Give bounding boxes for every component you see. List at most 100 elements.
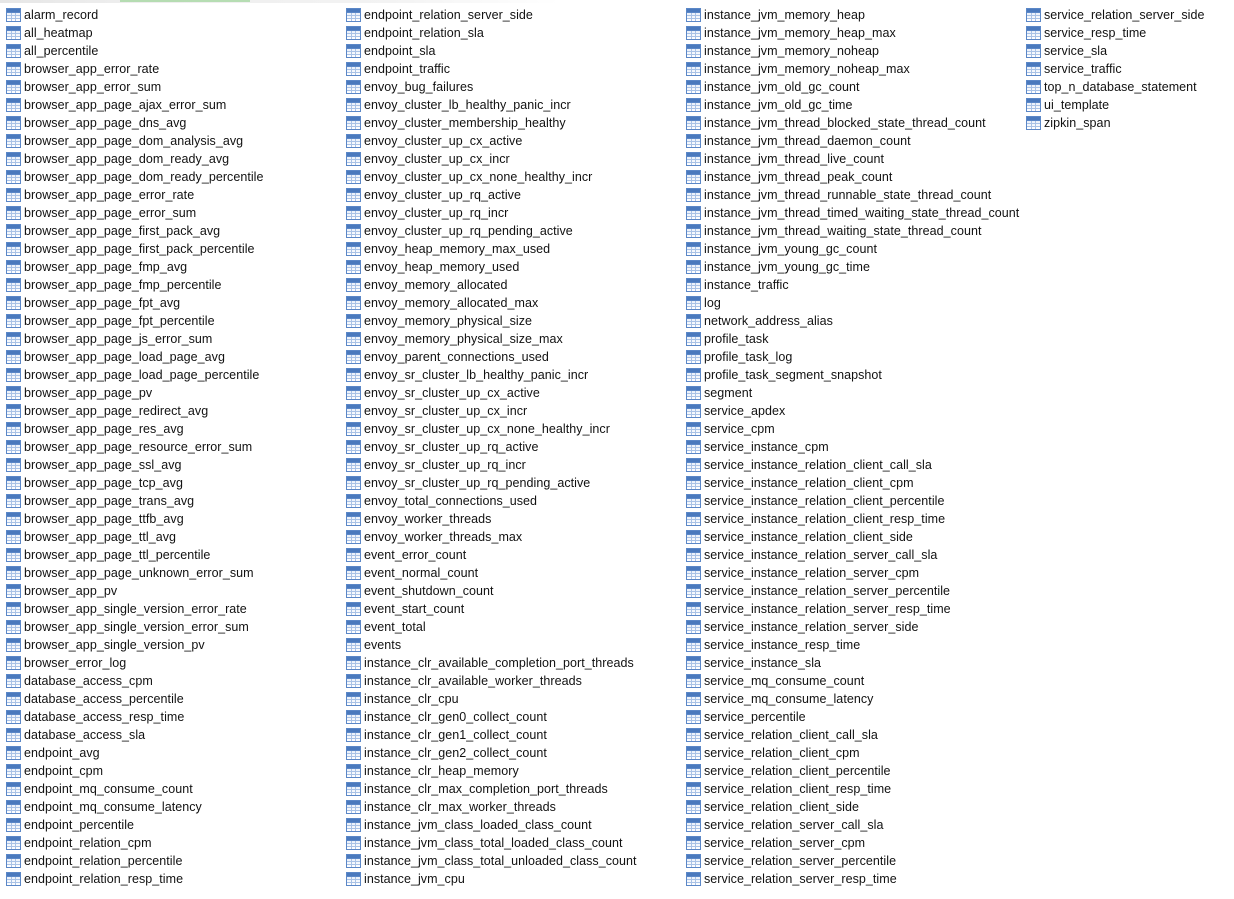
table-item[interactable]: database_access_sla (6, 726, 341, 744)
table-item[interactable]: endpoint_relation_server_side (346, 6, 681, 24)
table-item[interactable]: service_instance_relation_client_percent… (686, 492, 1021, 510)
table-item[interactable]: browser_app_page_fmp_percentile (6, 276, 341, 294)
table-item[interactable]: browser_app_page_first_pack_percentile (6, 240, 341, 258)
table-item[interactable]: browser_app_page_ttl_avg (6, 528, 341, 546)
table-item[interactable]: service_instance_sla (686, 654, 1021, 672)
table-item[interactable]: service_percentile (686, 708, 1021, 726)
table-item[interactable]: service_relation_client_percentile (686, 762, 1021, 780)
table-item[interactable]: envoy_total_connections_used (346, 492, 681, 510)
table-item[interactable]: browser_app_page_unknown_error_sum (6, 564, 341, 582)
table-item[interactable]: browser_app_page_dns_avg (6, 114, 341, 132)
table-item[interactable]: browser_app_page_dom_ready_percentile (6, 168, 341, 186)
table-item[interactable]: envoy_cluster_up_rq_active (346, 186, 681, 204)
table-item[interactable]: instance_jvm_young_gc_time (686, 258, 1021, 276)
table-item[interactable]: envoy_parent_connections_used (346, 348, 681, 366)
table-item[interactable]: envoy_sr_cluster_up_rq_incr (346, 456, 681, 474)
table-item[interactable]: envoy_worker_threads_max (346, 528, 681, 546)
table-item[interactable]: envoy_cluster_up_cx_incr (346, 150, 681, 168)
table-item[interactable]: endpoint_percentile (6, 816, 341, 834)
table-item[interactable]: ui_template (1026, 96, 1226, 114)
table-item[interactable]: service_instance_relation_server_percent… (686, 582, 1021, 600)
table-item[interactable]: browser_app_page_ssl_avg (6, 456, 341, 474)
table-item[interactable]: instance_jvm_memory_heap_max (686, 24, 1021, 42)
table-item[interactable]: instance_clr_available_worker_threads (346, 672, 681, 690)
table-item[interactable]: instance_jvm_thread_blocked_state_thread… (686, 114, 1021, 132)
table-item[interactable]: instance_jvm_class_total_unloaded_class_… (346, 852, 681, 870)
table-item[interactable]: browser_app_page_pv (6, 384, 341, 402)
table-item[interactable]: service_instance_relation_client_resp_ti… (686, 510, 1021, 528)
table-item[interactable]: envoy_cluster_up_cx_none_healthy_incr (346, 168, 681, 186)
table-item[interactable]: instance_jvm_old_gc_time (686, 96, 1021, 114)
table-item[interactable]: envoy_heap_memory_used (346, 258, 681, 276)
table-item[interactable]: event_error_count (346, 546, 681, 564)
table-item[interactable]: instance_clr_max_worker_threads (346, 798, 681, 816)
table-item[interactable]: envoy_sr_cluster_up_cx_none_healthy_incr (346, 420, 681, 438)
table-item[interactable]: service_instance_relation_server_side (686, 618, 1021, 636)
table-item[interactable]: browser_app_page_dom_ready_avg (6, 150, 341, 168)
table-item[interactable]: browser_app_page_resource_error_sum (6, 438, 341, 456)
table-item[interactable]: segment (686, 384, 1021, 402)
table-item[interactable]: endpoint_relation_percentile (6, 852, 341, 870)
table-item[interactable]: instance_clr_gen0_collect_count (346, 708, 681, 726)
table-item[interactable]: endpoint_avg (6, 744, 341, 762)
table-item[interactable]: service_mq_consume_latency (686, 690, 1021, 708)
table-item[interactable]: all_percentile (6, 42, 341, 60)
table-item[interactable]: endpoint_sla (346, 42, 681, 60)
table-item[interactable]: instance_jvm_class_total_loaded_class_co… (346, 834, 681, 852)
table-item[interactable]: event_normal_count (346, 564, 681, 582)
table-item[interactable]: service_sla (1026, 42, 1226, 60)
table-item[interactable]: service_relation_server_call_sla (686, 816, 1021, 834)
table-item[interactable]: browser_app_single_version_error_rate (6, 600, 341, 618)
table-item[interactable]: service_instance_relation_client_side (686, 528, 1021, 546)
table-item[interactable]: service_instance_relation_server_call_sl… (686, 546, 1021, 564)
table-item[interactable]: service_relation_client_resp_time (686, 780, 1021, 798)
table-item[interactable]: endpoint_mq_consume_count (6, 780, 341, 798)
table-item[interactable]: all_heatmap (6, 24, 341, 42)
table-item[interactable]: instance_jvm_young_gc_count (686, 240, 1021, 258)
table-item[interactable]: envoy_cluster_lb_healthy_panic_incr (346, 96, 681, 114)
table-item[interactable]: envoy_cluster_membership_healthy (346, 114, 681, 132)
table-item[interactable]: envoy_memory_allocated (346, 276, 681, 294)
table-item[interactable]: instance_clr_gen1_collect_count (346, 726, 681, 744)
table-item[interactable]: instance_jvm_thread_daemon_count (686, 132, 1021, 150)
table-item[interactable]: service_relation_server_cpm (686, 834, 1021, 852)
table-item[interactable]: profile_task_log (686, 348, 1021, 366)
table-item[interactable]: envoy_worker_threads (346, 510, 681, 528)
table-item[interactable]: browser_app_page_dom_analysis_avg (6, 132, 341, 150)
table-item[interactable]: top_n_database_statement (1026, 78, 1226, 96)
table-item[interactable]: browser_app_page_error_sum (6, 204, 341, 222)
table-item[interactable]: service_relation_server_percentile (686, 852, 1021, 870)
table-item[interactable]: instance_clr_available_completion_port_t… (346, 654, 681, 672)
table-item[interactable]: service_apdex (686, 402, 1021, 420)
table-item[interactable]: service_relation_client_call_sla (686, 726, 1021, 744)
table-item[interactable]: envoy_sr_cluster_up_rq_pending_active (346, 474, 681, 492)
table-item[interactable]: service_instance_relation_client_call_sl… (686, 456, 1021, 474)
table-item[interactable]: database_access_cpm (6, 672, 341, 690)
table-item[interactable]: envoy_cluster_up_cx_active (346, 132, 681, 150)
table-item[interactable]: browser_app_page_js_error_sum (6, 330, 341, 348)
table-item[interactable]: browser_app_single_version_error_sum (6, 618, 341, 636)
table-item[interactable]: envoy_heap_memory_max_used (346, 240, 681, 258)
table-item[interactable]: browser_app_error_sum (6, 78, 341, 96)
table-item[interactable]: browser_app_error_rate (6, 60, 341, 78)
table-item[interactable]: browser_app_page_load_page_percentile (6, 366, 341, 384)
table-item[interactable]: browser_app_page_first_pack_avg (6, 222, 341, 240)
table-item[interactable]: envoy_sr_cluster_up_cx_active (346, 384, 681, 402)
table-item[interactable]: service_relation_server_side (1026, 6, 1226, 24)
table-item[interactable]: alarm_record (6, 6, 341, 24)
table-item[interactable]: event_total (346, 618, 681, 636)
table-item[interactable]: envoy_cluster_up_rq_incr (346, 204, 681, 222)
table-item[interactable]: envoy_cluster_up_rq_pending_active (346, 222, 681, 240)
table-item[interactable]: service_mq_consume_count (686, 672, 1021, 690)
table-item[interactable]: instance_jvm_old_gc_count (686, 78, 1021, 96)
table-item[interactable]: browser_app_page_load_page_avg (6, 348, 341, 366)
table-item[interactable]: envoy_sr_cluster_up_rq_active (346, 438, 681, 456)
table-item[interactable]: service_relation_server_resp_time (686, 870, 1021, 888)
table-item[interactable]: service_relation_client_cpm (686, 744, 1021, 762)
table-item[interactable]: instance_jvm_class_loaded_class_count (346, 816, 681, 834)
table-item[interactable]: endpoint_mq_consume_latency (6, 798, 341, 816)
table-item[interactable]: service_instance_relation_server_resp_ti… (686, 600, 1021, 618)
table-item[interactable]: instance_jvm_cpu (346, 870, 681, 888)
table-item[interactable]: instance_traffic (686, 276, 1021, 294)
table-item[interactable]: instance_clr_heap_memory (346, 762, 681, 780)
